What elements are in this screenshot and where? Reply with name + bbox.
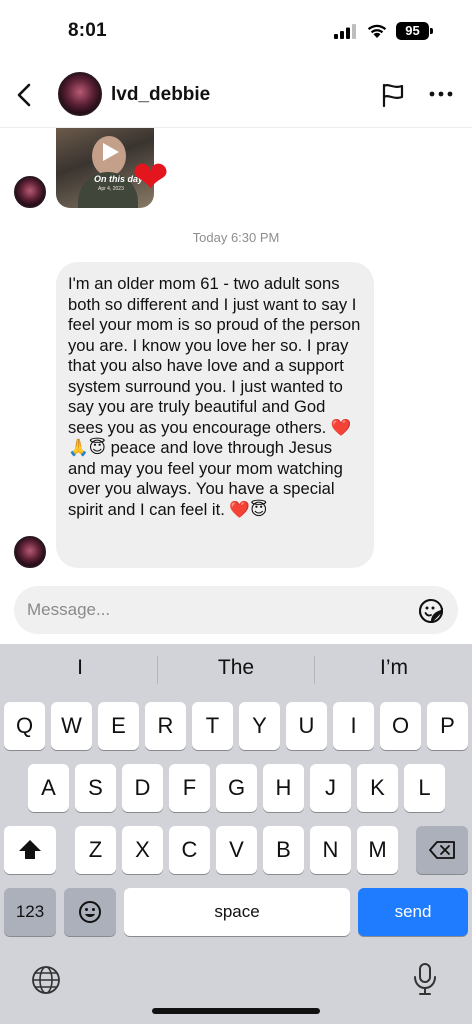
sender-avatar[interactable] [14, 536, 46, 568]
key-g[interactable]: G [216, 764, 257, 812]
battery-tip [430, 28, 433, 34]
send-key[interactable]: send [358, 888, 468, 936]
message-text-part-2: peace and love through Jesus and may you… [68, 438, 343, 519]
key-t[interactable]: T [192, 702, 233, 750]
key-n[interactable]: N [310, 826, 351, 874]
video-date: Apr 4, 2023 [98, 186, 124, 192]
microphone-icon[interactable] [412, 962, 438, 996]
key-p[interactable]: P [427, 702, 468, 750]
globe-icon[interactable] [30, 964, 62, 996]
message-text-part-1: I'm an older mom 61 - two adult sons bot… [68, 274, 361, 437]
message-text: I'm an older mom 61 - two adult sons bot… [68, 274, 364, 520]
key-i[interactable]: I [333, 702, 374, 750]
keyboard: I The I’m Q W E R T Y U I O P A S D F G … [0, 644, 472, 1024]
key-a[interactable]: A [28, 764, 69, 812]
key-r[interactable]: R [145, 702, 186, 750]
key-h[interactable]: H [263, 764, 304, 812]
home-indicator [152, 1008, 320, 1014]
numbers-key[interactable]: 123 [4, 888, 56, 936]
emoji-key[interactable] [64, 888, 116, 936]
message-composer[interactable]: Message... [14, 586, 458, 634]
sticker-icon[interactable] [418, 598, 444, 624]
key-z[interactable]: Z [75, 826, 116, 874]
key-x[interactable]: X [122, 826, 163, 874]
key-f[interactable]: F [169, 764, 210, 812]
key-u[interactable]: U [286, 702, 327, 750]
heart-reaction-icon[interactable]: ❤ [132, 156, 169, 200]
sender-avatar[interactable] [14, 176, 46, 208]
key-c[interactable]: C [169, 826, 210, 874]
key-v[interactable]: V [216, 826, 257, 874]
message-emoji-2: ❤️😇 [229, 499, 268, 519]
key-y[interactable]: Y [239, 702, 280, 750]
key-e[interactable]: E [98, 702, 139, 750]
back-button[interactable] [12, 80, 38, 110]
profile-avatar[interactable] [58, 72, 102, 116]
play-icon[interactable] [98, 140, 122, 164]
key-w[interactable]: W [51, 702, 92, 750]
key-d[interactable]: D [122, 764, 163, 812]
key-s[interactable]: S [75, 764, 116, 812]
battery-level: 95 [405, 23, 420, 38]
key-l[interactable]: L [404, 764, 445, 812]
emoji-icon [79, 901, 101, 923]
key-q[interactable]: Q [4, 702, 45, 750]
status-time: 8:01 [68, 20, 107, 41]
status-bar: 8:01 95 [0, 0, 472, 62]
report-flag-button[interactable] [380, 82, 406, 108]
prediction-2[interactable]: The [158, 656, 314, 680]
prediction-divider [314, 656, 315, 684]
key-k[interactable]: K [357, 764, 398, 812]
shift-icon [19, 840, 41, 859]
key-j[interactable]: J [310, 764, 351, 812]
chat-header: lvd_debbie [0, 62, 472, 128]
prediction-3[interactable]: I’m [316, 656, 472, 680]
shift-key[interactable] [4, 826, 56, 874]
message-bubble[interactable]: I'm an older mom 61 - two adult sons bot… [56, 262, 374, 568]
prediction-1[interactable]: I [2, 656, 158, 680]
more-options-button[interactable] [428, 86, 454, 102]
wifi-icon [367, 24, 387, 38]
backspace-icon [429, 841, 455, 859]
space-key[interactable]: space [124, 888, 350, 936]
key-b[interactable]: B [263, 826, 304, 874]
key-o[interactable]: O [380, 702, 421, 750]
message-input[interactable]: Message... [27, 600, 110, 620]
key-m[interactable]: M [357, 826, 398, 874]
battery-indicator: 95 [396, 22, 429, 40]
chat-username[interactable]: lvd_debbie [111, 84, 210, 106]
delete-key[interactable] [416, 826, 468, 874]
cellular-signal-icon [334, 24, 356, 39]
message-timestamp: Today 6:30 PM [192, 230, 280, 245]
predictive-text-bar: I The I’m [0, 644, 472, 694]
